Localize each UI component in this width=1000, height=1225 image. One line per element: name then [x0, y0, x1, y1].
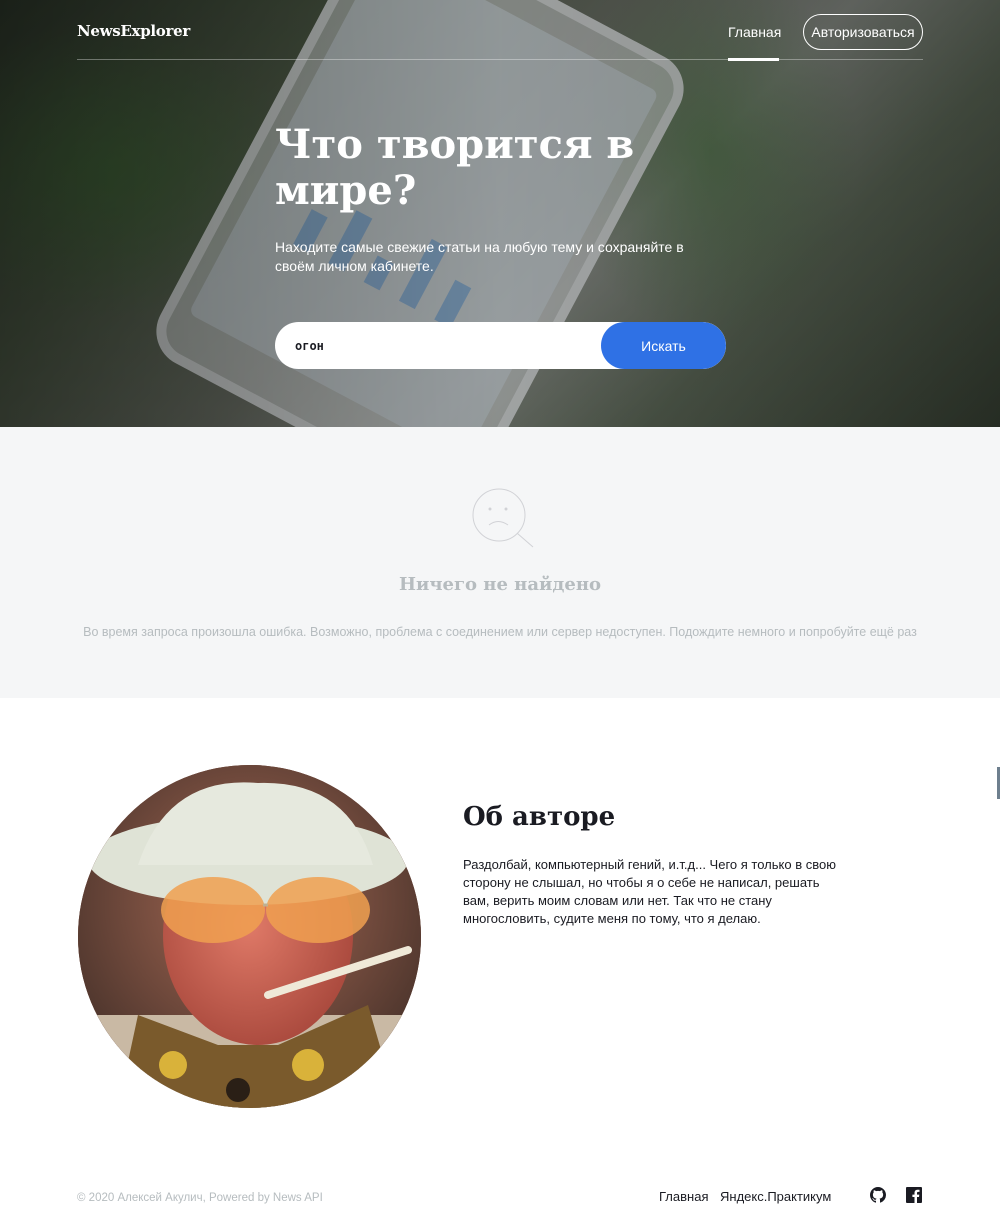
footer-link-practicum[interactable]: Яндекс.Практикум: [720, 1189, 831, 1204]
authorize-button[interactable]: Авторизоваться: [803, 14, 923, 50]
footer-copyright: © 2020 Алексей Акулич, Powered by News A…: [77, 1192, 323, 1204]
nav-link-home[interactable]: Главная: [728, 24, 781, 61]
facebook-icon[interactable]: [906, 1187, 922, 1203]
footer-link-home[interactable]: Главная: [659, 1189, 708, 1204]
search-form: Искать: [275, 322, 726, 369]
not-found-section: Ничего не найдено Во время запроса произ…: [0, 427, 1000, 698]
search-input[interactable]: [275, 322, 605, 369]
site-header: NewsExplorer Главная Авторизоваться: [77, 0, 923, 61]
author-portrait-icon: [78, 765, 421, 1108]
about-title: Об авторе: [463, 802, 616, 832]
search-button[interactable]: Искать: [601, 322, 726, 369]
hero-subtitle: Находите самые свежие статьи на любую те…: [275, 239, 684, 274]
about-text: Раздолбай, компьютерный гений, и.т.д... …: [463, 857, 836, 926]
sad-magnifier-icon: [472, 488, 534, 548]
hero-title: Что творится в мире?: [275, 121, 635, 214]
not-found-title: Ничего не найдено: [399, 574, 601, 595]
hero-section: NewsExplorer Главная Авторизоваться Что …: [0, 0, 1000, 427]
author-photo: [78, 765, 421, 1108]
github-icon[interactable]: [870, 1187, 886, 1203]
not-found-text: Во время запроса произошла ошибка. Возмо…: [83, 625, 917, 639]
site-logo[interactable]: NewsExplorer: [77, 22, 190, 40]
